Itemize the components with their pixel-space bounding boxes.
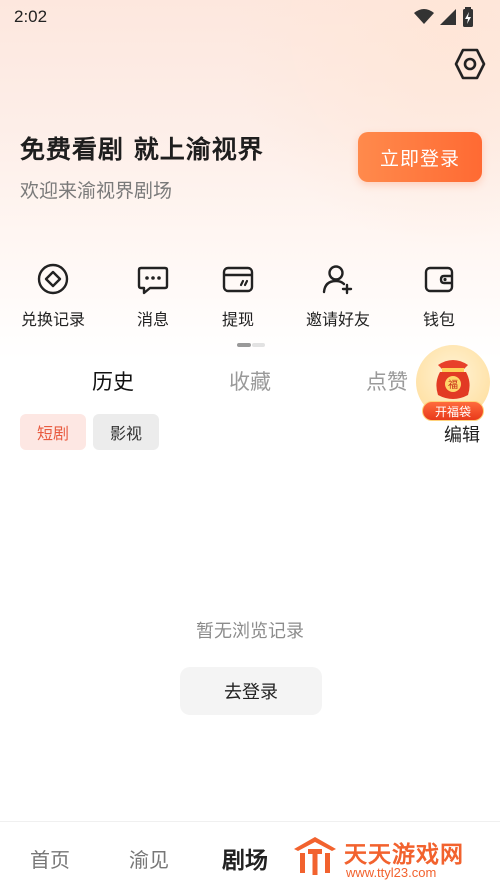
empty-state-message: 暂无浏览记录 (196, 621, 304, 642)
quick-action-withdraw[interactable]: 提现 (193, 262, 283, 330)
hero-title: 免费看剧 就上渝视界 (20, 135, 264, 164)
edit-button[interactable]: 编辑 (444, 421, 480, 447)
wifi-icon (414, 9, 434, 24)
watermark: 天天游戏网 www.ttyl23.com (276, 823, 500, 889)
nav-yujian[interactable]: 渝见 (129, 844, 169, 873)
settings-hexagon-icon (454, 48, 486, 80)
settings-button[interactable] (452, 46, 488, 82)
cellular-signal-icon (440, 9, 456, 25)
quick-action-exchange-records[interactable]: 兑换记录 (8, 262, 98, 330)
lucky-bag-char: 福 (448, 378, 458, 391)
lucky-bag-label: 开福袋 (422, 401, 484, 421)
login-button[interactable]: 立即登录 (358, 132, 482, 182)
tab-likes[interactable]: 点赞 (366, 366, 408, 396)
watermark-logo-icon (294, 837, 336, 875)
status-icons (414, 7, 474, 27)
tab-history[interactable]: 历史 (92, 366, 134, 396)
invite-user-icon (322, 265, 353, 295)
quick-action-label: 兑换记录 (20, 310, 85, 329)
wallet-icon (424, 266, 454, 293)
quick-action-invite-friends[interactable]: 邀请好友 (293, 262, 383, 330)
withdraw-card-icon (222, 266, 254, 293)
nav-theater[interactable]: 剧场 (222, 841, 268, 875)
lucky-bag-button[interactable]: 福 开福袋 (416, 345, 490, 423)
hero-subtitle: 欢迎来渝视界剧场 (20, 180, 173, 202)
exchange-icon (37, 263, 69, 295)
watermark-url: www.ttyl23.com (346, 865, 437, 880)
quick-action-label: 提现 (221, 310, 254, 329)
quick-action-messages[interactable]: 消息 (108, 262, 198, 330)
go-login-button[interactable]: 去登录 (180, 667, 322, 715)
quick-action-label: 消息 (136, 310, 169, 329)
tab-favorites[interactable]: 收藏 (229, 366, 271, 396)
chip-short-drama[interactable]: 短剧 (20, 414, 86, 450)
page-indicator (237, 343, 265, 347)
lucky-bag-icon: 福 (436, 360, 470, 399)
quick-action-label: 钱包 (422, 310, 455, 329)
watermark-title: 天天游戏网 (344, 842, 464, 868)
nav-home[interactable]: 首页 (30, 844, 70, 873)
quick-action-wallet[interactable]: 钱包 (394, 262, 484, 330)
quick-action-label: 邀请好友 (305, 310, 370, 329)
battery-icon (463, 7, 473, 27)
status-time: 2:02 (14, 7, 48, 26)
message-icon (137, 266, 169, 295)
chip-film-tv[interactable]: 影视 (93, 414, 159, 450)
status-bar: 2:02 (0, 0, 500, 34)
